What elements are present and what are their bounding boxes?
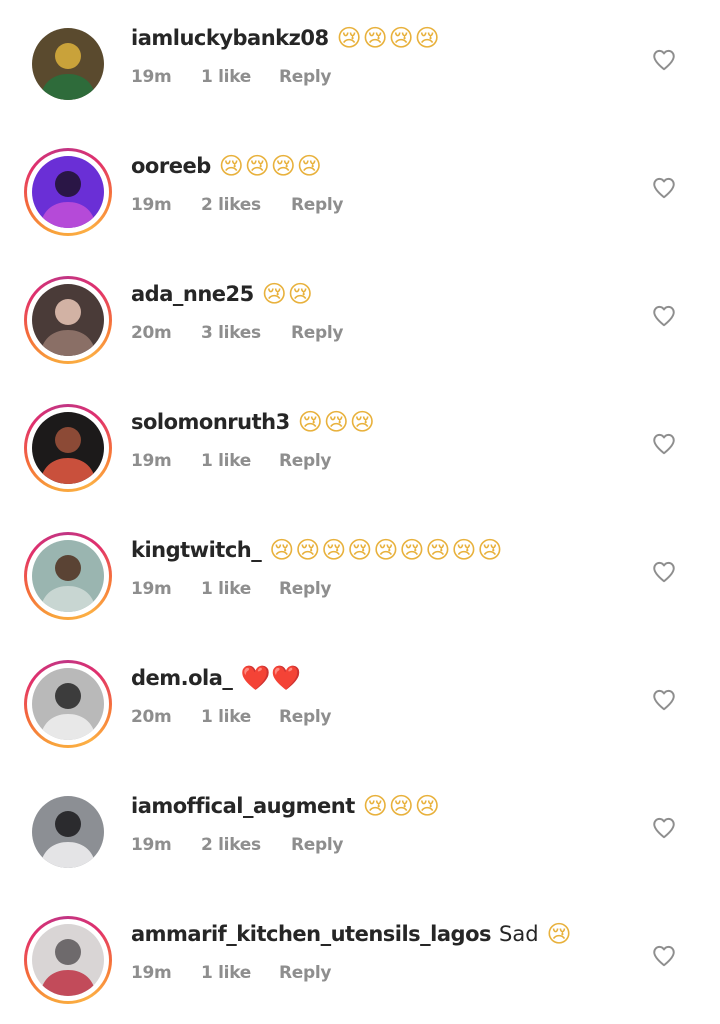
- avatar-wrap[interactable]: [24, 788, 112, 876]
- comment-meta: 19m 1 like Reply: [131, 574, 631, 604]
- reply-button[interactable]: Reply: [291, 195, 344, 215]
- comment-time: 20m: [131, 323, 172, 343]
- comment-body: kingtwitch_ 😢😢😢😢😢😢😢😢😢 19m 1 like Reply: [131, 532, 631, 604]
- heart-outline-icon[interactable]: [651, 303, 677, 329]
- avatar-wrap[interactable]: [24, 20, 112, 108]
- comment-header: iamoffical_augment 😢😢😢: [131, 788, 631, 824]
- likes-count[interactable]: 1 like: [201, 67, 279, 87]
- comment-time: 19m: [131, 835, 172, 855]
- username[interactable]: ada_nne25: [131, 282, 254, 306]
- avatar[interactable]: [32, 796, 104, 868]
- comment-time: 20m: [131, 707, 172, 727]
- comment-meta: 20m 3 likes Reply: [131, 318, 631, 348]
- reply-button[interactable]: Reply: [279, 707, 332, 727]
- username[interactable]: kingtwitch_: [131, 538, 262, 562]
- comment-time: 19m: [131, 963, 172, 983]
- comment-header: dem.ola_ ❤️❤️: [131, 660, 631, 696]
- comment-row: solomonruth3 😢😢😢 19m 1 like Reply: [0, 384, 720, 512]
- username[interactable]: solomonruth3: [131, 410, 290, 434]
- comment-header: ammarif_kitchen_utensils_lagos Sad 😢: [131, 916, 631, 952]
- comment-header: solomonruth3 😢😢😢: [131, 404, 631, 440]
- comment-emojis: ❤️❤️: [240, 664, 303, 692]
- reply-button[interactable]: Reply: [279, 963, 332, 983]
- comment-meta: 19m 1 like Reply: [131, 446, 631, 476]
- avatar[interactable]: [32, 28, 104, 100]
- username[interactable]: ooreeb: [131, 154, 211, 178]
- comment-time: 19m: [131, 579, 172, 599]
- comment-row: ammarif_kitchen_utensils_lagos Sad 😢 19m…: [0, 896, 720, 1024]
- comment-meta: 19m 2 likes Reply: [131, 190, 631, 220]
- comment-emojis: 😢😢😢😢: [336, 24, 441, 52]
- username[interactable]: dem.ola_: [131, 666, 233, 690]
- comment-body: ada_nne25 😢😢 20m 3 likes Reply: [131, 276, 631, 348]
- comment-emojis: 😢😢: [261, 280, 314, 308]
- heart-outline-icon[interactable]: [651, 687, 677, 713]
- likes-count[interactable]: 1 like: [201, 707, 279, 727]
- heart-outline-icon[interactable]: [651, 47, 677, 73]
- reply-button[interactable]: Reply: [279, 67, 332, 87]
- reply-button[interactable]: Reply: [291, 835, 344, 855]
- comment-emojis: 😢: [546, 920, 573, 948]
- likes-count[interactable]: 1 like: [201, 963, 279, 983]
- username[interactable]: ammarif_kitchen_utensils_lagos: [131, 922, 492, 946]
- avatar[interactable]: [32, 540, 104, 612]
- username[interactable]: iamoffical_augment: [131, 794, 355, 818]
- comment-time: 19m: [131, 195, 172, 215]
- comment-body: solomonruth3 😢😢😢 19m 1 like Reply: [131, 404, 631, 476]
- reply-button[interactable]: Reply: [279, 579, 332, 599]
- comment-emojis: 😢😢😢😢: [218, 152, 323, 180]
- heart-outline-icon[interactable]: [651, 175, 677, 201]
- comment-body: iamoffical_augment 😢😢😢 19m 2 likes Reply: [131, 788, 631, 860]
- avatar[interactable]: [32, 924, 104, 996]
- comment-body: dem.ola_ ❤️❤️ 20m 1 like Reply: [131, 660, 631, 732]
- heart-outline-icon[interactable]: [651, 815, 677, 841]
- comment-emojis: 😢😢😢: [297, 408, 376, 436]
- comment-emojis: 😢😢😢😢😢😢😢😢😢: [269, 536, 504, 564]
- comment-row: iamoffical_augment 😢😢😢 19m 2 likes Reply: [0, 768, 720, 896]
- comment-header: iamluckybankz08 😢😢😢😢: [131, 20, 631, 56]
- comment-row: ada_nne25 😢😢 20m 3 likes Reply: [0, 256, 720, 384]
- avatar-story-ring[interactable]: [24, 660, 112, 748]
- comment-header: kingtwitch_ 😢😢😢😢😢😢😢😢😢: [131, 532, 631, 568]
- comment-body: ooreeb 😢😢😢😢 19m 2 likes Reply: [131, 148, 631, 220]
- comment-meta: 19m 1 like Reply: [131, 62, 631, 92]
- comment-meta: 19m 1 like Reply: [131, 958, 631, 988]
- avatar-story-ring[interactable]: [24, 276, 112, 364]
- comment-header: ada_nne25 😢😢: [131, 276, 631, 312]
- likes-count[interactable]: 1 like: [201, 451, 279, 471]
- comment-meta: 20m 1 like Reply: [131, 702, 631, 732]
- username[interactable]: iamluckybankz08: [131, 26, 329, 50]
- avatar[interactable]: [32, 284, 104, 356]
- comment-body: ammarif_kitchen_utensils_lagos Sad 😢 19m…: [131, 916, 631, 988]
- avatar-story-ring[interactable]: [24, 148, 112, 236]
- avatar-story-ring[interactable]: [24, 404, 112, 492]
- avatar[interactable]: [32, 156, 104, 228]
- comment-meta: 19m 2 likes Reply: [131, 830, 631, 860]
- comment-emojis: 😢😢😢: [362, 792, 441, 820]
- reply-button[interactable]: Reply: [279, 451, 332, 471]
- comment-text: Sad: [499, 922, 539, 946]
- comment-row: dem.ola_ ❤️❤️ 20m 1 like Reply: [0, 640, 720, 768]
- likes-count[interactable]: 3 likes: [201, 323, 291, 343]
- avatar[interactable]: [32, 412, 104, 484]
- comment-time: 19m: [131, 451, 172, 471]
- comment-time: 19m: [131, 67, 172, 87]
- comment-row: kingtwitch_ 😢😢😢😢😢😢😢😢😢 19m 1 like Reply: [0, 512, 720, 640]
- comment-row: ooreeb 😢😢😢😢 19m 2 likes Reply: [0, 128, 720, 256]
- avatar[interactable]: [32, 668, 104, 740]
- reply-button[interactable]: Reply: [291, 323, 344, 343]
- avatar-story-ring[interactable]: [24, 916, 112, 1004]
- heart-outline-icon[interactable]: [651, 943, 677, 969]
- avatar-story-ring[interactable]: [24, 532, 112, 620]
- heart-outline-icon[interactable]: [651, 559, 677, 585]
- likes-count[interactable]: 2 likes: [201, 835, 291, 855]
- comment-header: ooreeb 😢😢😢😢: [131, 148, 631, 184]
- likes-count[interactable]: 1 like: [201, 579, 279, 599]
- comment-row: iamluckybankz08 😢😢😢😢 19m 1 like Reply: [0, 0, 720, 128]
- heart-outline-icon[interactable]: [651, 431, 677, 457]
- comment-body: iamluckybankz08 😢😢😢😢 19m 1 like Reply: [131, 20, 631, 92]
- likes-count[interactable]: 2 likes: [201, 195, 291, 215]
